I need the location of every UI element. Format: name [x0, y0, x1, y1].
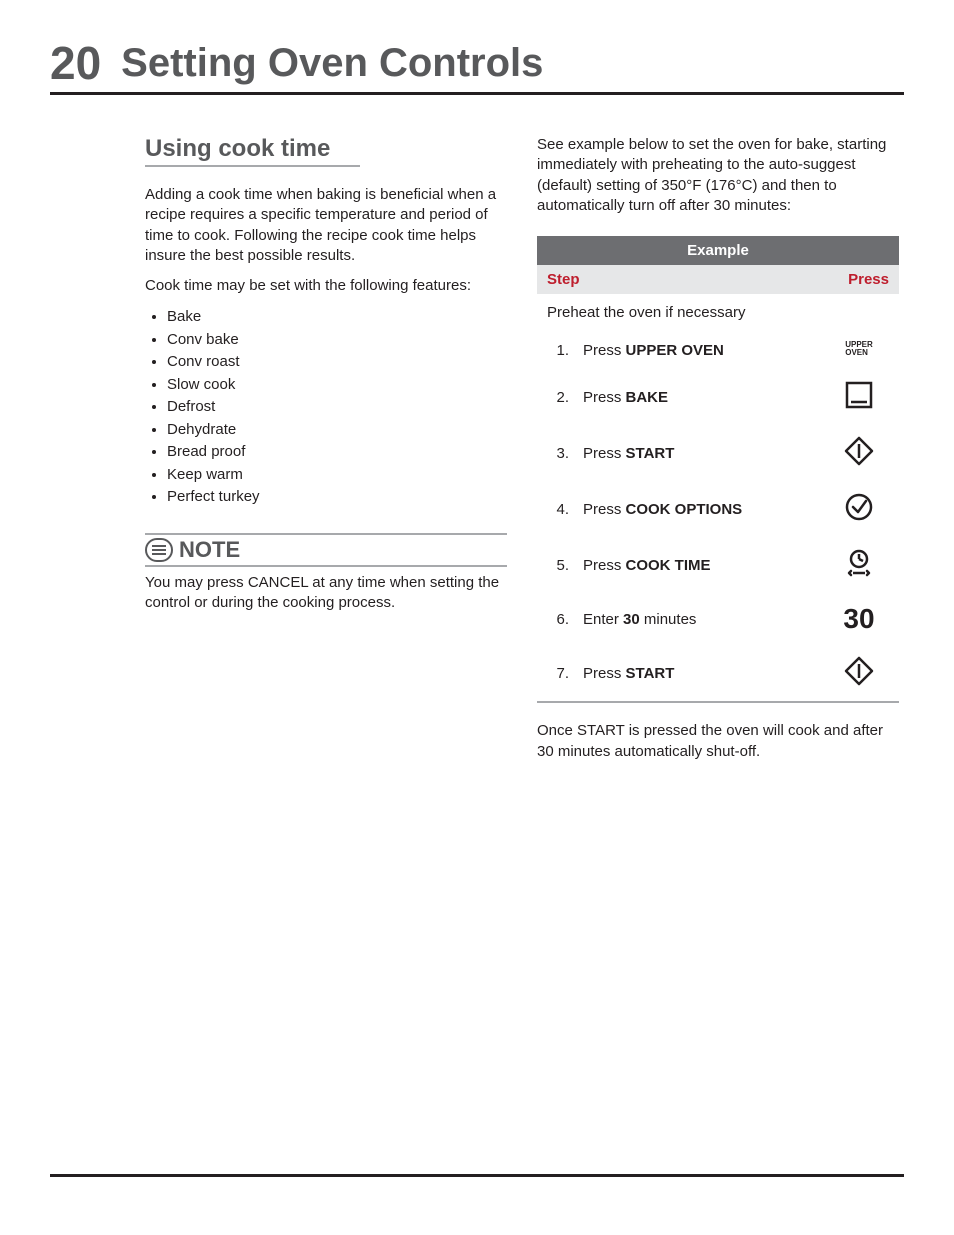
list-item: Slow cook: [167, 374, 507, 397]
left-column: Using cook time Adding a cook time when …: [145, 135, 507, 772]
preheat-row: Preheat the oven if necessary: [537, 294, 899, 331]
step-number: 4.: [537, 481, 573, 537]
cook-time-icon: [843, 547, 875, 579]
step-text: Press UPPER OVEN: [573, 331, 819, 369]
table-row: 5.Press COOK TIME: [537, 537, 899, 593]
section-heading: Using cook time: [145, 135, 360, 167]
page-title: Setting Oven Controls: [121, 41, 543, 86]
page-header: 20 Setting Oven Controls: [50, 40, 904, 95]
footer-paragraph: Once START is pressed the oven will cook…: [537, 721, 899, 762]
table-row: 1.Press UPPER OVEN UPPEROVEN: [537, 331, 899, 369]
step-text: Press BAKE: [573, 369, 819, 425]
footer-rule: [50, 1174, 904, 1177]
page-number: 20: [50, 40, 101, 86]
list-item: Defrost: [167, 396, 507, 419]
list-item: Keep warm: [167, 464, 507, 487]
list-item: Bake: [167, 306, 507, 329]
feature-list: BakeConv bakeConv roastSlow cookDefrostD…: [145, 306, 507, 509]
intro-paragraph-1: Adding a cook time when baking is benefi…: [145, 185, 507, 266]
list-item: Bread proof: [167, 441, 507, 464]
list-item: Conv roast: [167, 351, 507, 374]
list-item: Dehydrate: [167, 419, 507, 442]
step-number: 1.: [537, 331, 573, 369]
upper-oven-icon: UPPEROVEN: [845, 341, 873, 358]
col-step-header: Step: [537, 265, 819, 294]
step-text: Enter 30 minutes: [573, 593, 819, 645]
step-text: Press COOK TIME: [573, 537, 819, 593]
table-row: 7.Press START: [537, 645, 899, 701]
table-row: 4.Press COOK OPTIONS: [537, 481, 899, 537]
bake-icon: [843, 379, 875, 411]
step-text: Press START: [573, 425, 819, 481]
step-number: 6.: [537, 593, 573, 645]
intro-paragraph-2: Cook time may be set with the following …: [145, 276, 507, 296]
list-item: Conv bake: [167, 329, 507, 352]
step-text: Press COOK OPTIONS: [573, 481, 819, 537]
step-number: 5.: [537, 537, 573, 593]
cook-options-icon: [843, 491, 875, 523]
step-number: 3.: [537, 425, 573, 481]
table-row: 6.Enter 30 minutes 30: [537, 593, 899, 645]
table-row: 2.Press BAKE: [537, 369, 899, 425]
step-number: 7.: [537, 645, 573, 701]
step-text: Press START: [573, 645, 819, 701]
col-press-header: Press: [819, 265, 899, 294]
note-header: NOTE: [145, 533, 507, 567]
example-table: Example Step Press Preheat the oven if n…: [537, 236, 899, 703]
note-icon: [145, 538, 173, 562]
start-icon: [843, 655, 875, 687]
digit-30-icon: 30: [843, 603, 874, 634]
start-icon: [843, 435, 875, 467]
note-body: You may press CANCEL at any time when se…: [145, 573, 507, 614]
list-item: Perfect turkey: [167, 486, 507, 509]
note-label: NOTE: [179, 537, 240, 563]
step-number: 2.: [537, 369, 573, 425]
table-title: Example: [537, 236, 899, 265]
right-intro: See example below to set the oven for ba…: [537, 135, 899, 216]
table-row: 3.Press START: [537, 425, 899, 481]
right-column: See example below to set the oven for ba…: [537, 135, 899, 772]
